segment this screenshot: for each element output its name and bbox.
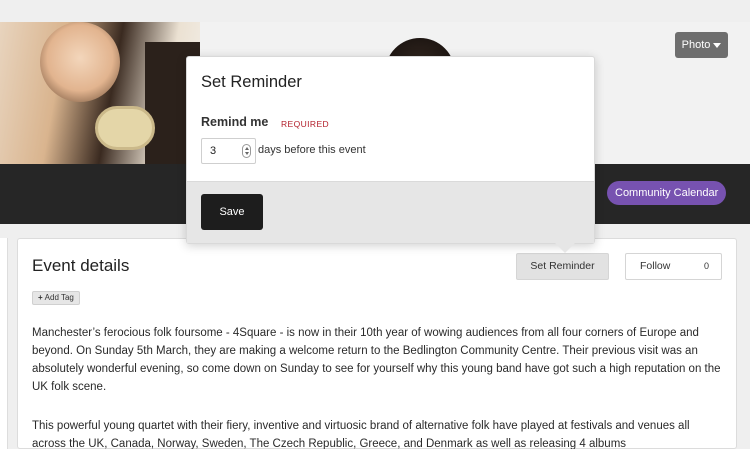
remind-me-label: Remind me <box>201 115 269 129</box>
reminder-days-input[interactable]: 3 <box>201 138 256 164</box>
set-reminder-button[interactable]: Set Reminder <box>516 253 609 280</box>
popover-title: Set Reminder <box>201 73 302 91</box>
event-details-title: Event details <box>32 256 130 275</box>
save-button[interactable]: Save <box>201 194 263 230</box>
add-tag-button[interactable]: + Add Tag <box>32 291 80 305</box>
follow-label: Follow <box>640 260 671 272</box>
banner-photo <box>0 22 200 164</box>
popover-footer: Save <box>187 181 594 243</box>
reminder-days-value: 3 <box>210 145 217 157</box>
follow-button[interactable]: Follow 0 <box>625 253 722 280</box>
set-reminder-popover: Set Reminder Remind me REQUIRED 3 days b… <box>186 56 595 244</box>
required-indicator: REQUIRED <box>281 119 330 129</box>
banner-phone-prop <box>95 106 155 150</box>
days-before-label: days before this event <box>258 144 366 156</box>
caret-down-icon <box>713 42 722 48</box>
popover-arrow <box>555 243 575 253</box>
community-calendar-badge[interactable]: Community Calendar <box>607 181 727 205</box>
photo-button-label: Photo <box>681 39 711 51</box>
add-tag-label: Add Tag <box>44 293 74 302</box>
event-description-paragraph: Manchester’s ferocious folk foursome - 4… <box>32 327 721 393</box>
event-description-paragraph: This powerful young quartet with their f… <box>32 420 690 449</box>
banner-face <box>40 22 120 102</box>
plus-icon: + <box>38 293 43 302</box>
photo-menu-button[interactable]: Photo <box>675 32 728 58</box>
follow-count: 0 <box>703 261 709 271</box>
left-panel-edge <box>0 238 8 449</box>
number-spinner-icon[interactable] <box>242 144 251 158</box>
